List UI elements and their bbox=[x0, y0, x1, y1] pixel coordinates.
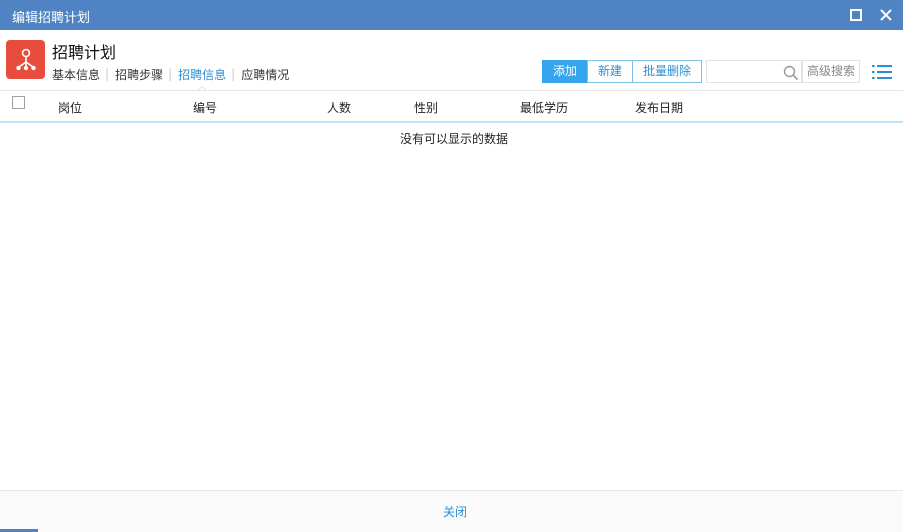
tab-recruit-steps[interactable]: 招聘步骤 bbox=[115, 66, 163, 83]
tab-separator: | bbox=[105, 67, 110, 81]
org-tree-icon bbox=[6, 40, 45, 79]
search-input[interactable] bbox=[709, 63, 779, 80]
tab-recruit-info-label: 招聘信息 bbox=[178, 67, 227, 82]
tab-separator: | bbox=[231, 67, 236, 81]
grid-header: 岗位 编号 人数 性别 最低学历 发布日期 bbox=[0, 90, 903, 123]
search-icon[interactable] bbox=[783, 65, 799, 84]
maximize-icon[interactable] bbox=[848, 7, 864, 23]
list-icon[interactable] bbox=[872, 64, 892, 83]
tab-bar: 基本信息 | 招聘步骤 | 招聘信息 | 应聘情况 bbox=[52, 65, 289, 91]
page-title: 招聘计划 bbox=[52, 43, 117, 62]
column-header-gender[interactable]: 性别 bbox=[414, 99, 438, 116]
page-header: 招聘计划 基本信息 | 招聘步骤 | 招聘信息 | 应聘情况 添加 新建 批量删… bbox=[0, 30, 903, 91]
column-header-min-education[interactable]: 最低学历 bbox=[520, 99, 568, 116]
select-all-checkbox[interactable] bbox=[12, 96, 25, 109]
toolbar: 添加 新建 批量删除 bbox=[542, 60, 703, 83]
column-header-publish-date[interactable]: 发布日期 bbox=[635, 99, 683, 116]
window-title: 编辑招聘计划 bbox=[12, 11, 91, 26]
window-titlebar: 编辑招聘计划 bbox=[0, 0, 903, 30]
advanced-search-button[interactable]: 高级搜索 bbox=[802, 60, 860, 83]
column-header-position[interactable]: 岗位 bbox=[58, 99, 82, 116]
tab-applications[interactable]: 应聘情况 bbox=[241, 66, 289, 83]
tab-separator: | bbox=[168, 67, 173, 81]
tab-basic-info[interactable]: 基本信息 bbox=[52, 66, 100, 83]
close-icon[interactable] bbox=[878, 7, 894, 23]
add-button[interactable]: 添加 bbox=[542, 60, 589, 83]
new-button[interactable]: 新建 bbox=[587, 60, 634, 83]
empty-grid-message: 没有可以显示的数据 bbox=[399, 132, 508, 146]
search-box bbox=[706, 60, 802, 83]
batch-delete-button[interactable]: 批量删除 bbox=[632, 60, 703, 83]
column-header-headcount[interactable]: 人数 bbox=[327, 99, 351, 116]
tab-recruit-info[interactable]: 招聘信息 bbox=[178, 66, 227, 91]
column-header-number[interactable]: 编号 bbox=[193, 99, 217, 116]
close-button[interactable]: 关闭 bbox=[0, 503, 903, 520]
dialog-footer: 关闭 bbox=[0, 490, 903, 532]
